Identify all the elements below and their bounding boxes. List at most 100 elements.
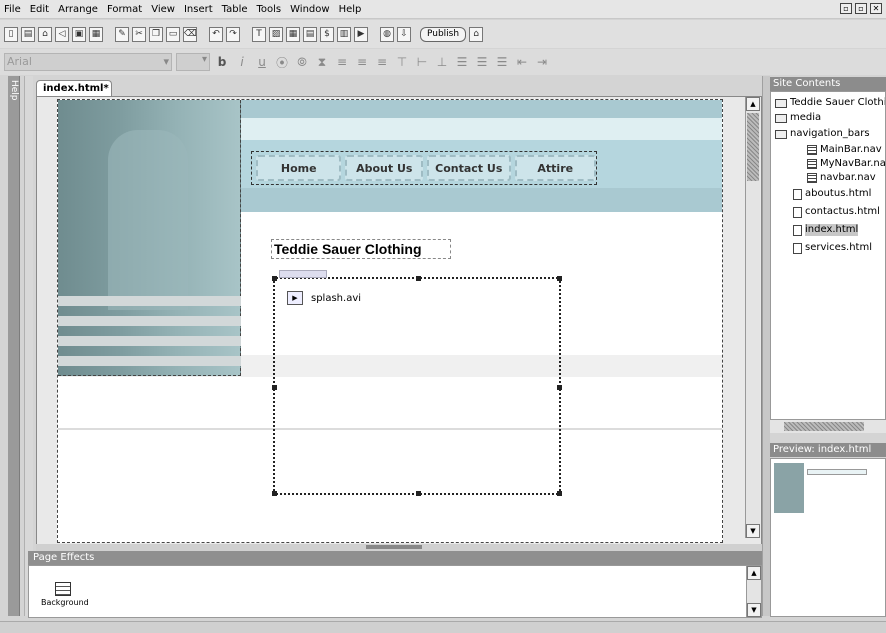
- table-icon[interactable]: ▦: [286, 26, 300, 42]
- style-icon[interactable]: ⧗: [314, 55, 330, 70]
- open-icon[interactable]: ⌂: [38, 26, 52, 42]
- script-icon[interactable]: $: [320, 26, 334, 42]
- image-icon[interactable]: ▨: [269, 26, 283, 42]
- tree-item-contactus[interactable]: contactus.html: [793, 206, 880, 218]
- minimize-icon[interactable]: ▫: [840, 3, 852, 14]
- align-center-icon[interactable]: ≡: [354, 55, 370, 69]
- left-splitter[interactable]: [24, 76, 33, 616]
- publish-button[interactable]: Publish: [420, 26, 467, 42]
- media-icon[interactable]: ▶: [354, 26, 368, 42]
- background-icon[interactable]: [55, 582, 71, 596]
- restore-icon[interactable]: ▫: [855, 3, 867, 14]
- background-label[interactable]: Background: [41, 598, 89, 607]
- home-icon[interactable]: ⌂: [469, 26, 484, 42]
- tree-item-aboutus[interactable]: aboutus.html: [793, 188, 871, 200]
- menu-insert[interactable]: Insert: [184, 4, 213, 15]
- menu-arrange[interactable]: Arrange: [58, 4, 98, 15]
- scroll-down-icon[interactable]: ▼: [746, 524, 760, 538]
- nav-about-button[interactable]: About Us: [345, 155, 424, 181]
- numbered-list-icon[interactable]: ☰: [474, 55, 490, 69]
- menu-tools[interactable]: Tools: [257, 4, 282, 15]
- back-icon[interactable]: ◁: [55, 26, 69, 42]
- form-icon[interactable]: ▤: [303, 26, 317, 42]
- undo-icon[interactable]: ↶: [209, 26, 223, 42]
- preview-thumbnail[interactable]: [770, 458, 886, 617]
- tree-item-index[interactable]: index.html: [793, 224, 859, 236]
- splitter-grip[interactable]: [366, 545, 422, 549]
- new-site-icon[interactable]: ▤: [21, 26, 35, 42]
- highlight-icon[interactable]: ⦾: [294, 55, 310, 70]
- site-contents-hscroll[interactable]: [770, 419, 886, 433]
- nav-contact-button[interactable]: Contact Us: [427, 155, 511, 181]
- upload-icon[interactable]: ⇩: [397, 26, 411, 42]
- tree-item-site[interactable]: Teddie Sauer Clothi: [775, 97, 885, 109]
- font-size-select[interactable]: ▾: [176, 53, 210, 71]
- media-object[interactable]: ▶ splash.avi: [272, 270, 562, 496]
- text-color-icon[interactable]: ⦿: [274, 54, 290, 71]
- resize-handle[interactable]: [557, 385, 562, 390]
- panel-splitter[interactable]: [36, 544, 762, 551]
- valign-middle-icon[interactable]: ⊢: [414, 55, 430, 69]
- navigation-bar[interactable]: Home About Us Contact Us Attire: [251, 151, 597, 185]
- close-icon[interactable]: ✕: [870, 3, 882, 14]
- edit-icon[interactable]: ✎: [115, 26, 129, 42]
- help-panel-tab[interactable]: Help: [8, 76, 20, 616]
- grid-icon[interactable]: ▥: [337, 26, 351, 42]
- nav-attire-button[interactable]: Attire: [514, 155, 596, 181]
- scroll-up-icon[interactable]: ▲: [746, 97, 760, 111]
- resize-handle[interactable]: [557, 491, 562, 496]
- menu-window[interactable]: Window: [290, 4, 329, 15]
- resize-handle[interactable]: [416, 491, 421, 496]
- resize-handle[interactable]: [272, 385, 277, 390]
- scroll-up-icon[interactable]: ▲: [747, 566, 761, 580]
- tree-item-services[interactable]: services.html: [793, 242, 872, 254]
- redo-icon[interactable]: ↷: [226, 26, 240, 42]
- paste-icon[interactable]: ▭: [166, 26, 180, 42]
- copy-icon[interactable]: ❐: [149, 26, 163, 42]
- new-page-icon[interactable]: ▯: [4, 26, 18, 42]
- underline-button[interactable]: u: [254, 55, 270, 69]
- menu-table[interactable]: Table: [222, 4, 248, 15]
- resize-handle[interactable]: [416, 276, 421, 281]
- valign-top-icon[interactable]: ⊤: [394, 55, 410, 69]
- menu-edit[interactable]: Edit: [30, 4, 49, 15]
- valign-bottom-icon[interactable]: ⊥: [434, 55, 450, 69]
- header-photo[interactable]: [58, 100, 241, 376]
- page-heading[interactable]: Teddie Sauer Clothing: [271, 239, 451, 259]
- editor-scrollbar[interactable]: ▲ ▼: [745, 97, 760, 538]
- right-splitter[interactable]: [762, 76, 770, 616]
- font-select[interactable]: Arial ▾: [4, 53, 172, 71]
- list-icon[interactable]: ☰: [494, 55, 510, 69]
- document-tab[interactable]: index.html*: [36, 80, 112, 97]
- delete-icon[interactable]: ⌫: [183, 26, 197, 42]
- save-all-icon[interactable]: ▦: [89, 26, 103, 42]
- scroll-thumb[interactable]: [747, 113, 759, 181]
- menu-format[interactable]: Format: [107, 4, 142, 15]
- align-right-icon[interactable]: ≡: [374, 55, 390, 69]
- tree-item-navigation-bars[interactable]: navigation_bars: [775, 128, 870, 140]
- align-left-icon[interactable]: ≡: [334, 55, 350, 69]
- menu-file[interactable]: File: [4, 4, 21, 15]
- menu-view[interactable]: View: [151, 4, 175, 15]
- page-effects-scrollbar[interactable]: ▲ ▼: [746, 566, 761, 617]
- tree-item-navbar[interactable]: navbar.nav: [807, 172, 876, 184]
- bold-button[interactable]: b: [214, 55, 230, 69]
- resize-handle[interactable]: [557, 276, 562, 281]
- scroll-thumb[interactable]: [784, 422, 864, 431]
- bullet-list-icon[interactable]: ☰: [454, 55, 470, 69]
- resize-handle[interactable]: [272, 276, 277, 281]
- text-box-icon[interactable]: T: [252, 26, 266, 42]
- tree-item-mynavbar[interactable]: MyNavBar.na: [807, 158, 885, 170]
- nav-home-button[interactable]: Home: [256, 155, 342, 181]
- preview-icon[interactable]: ◍: [380, 26, 394, 42]
- page-canvas[interactable]: Home About Us Contact Us Attire Teddie S…: [57, 99, 723, 543]
- tree-item-mainbar[interactable]: MainBar.nav: [807, 144, 882, 156]
- scroll-down-icon[interactable]: ▼: [747, 603, 761, 617]
- menu-help[interactable]: Help: [339, 4, 362, 15]
- cut-icon[interactable]: ✂: [132, 26, 146, 42]
- outdent-icon[interactable]: ⇤: [514, 55, 530, 69]
- tree-item-media[interactable]: media: [775, 112, 821, 124]
- save-icon[interactable]: ▣: [72, 26, 86, 42]
- italic-button[interactable]: i: [234, 55, 250, 69]
- resize-handle[interactable]: [272, 491, 277, 496]
